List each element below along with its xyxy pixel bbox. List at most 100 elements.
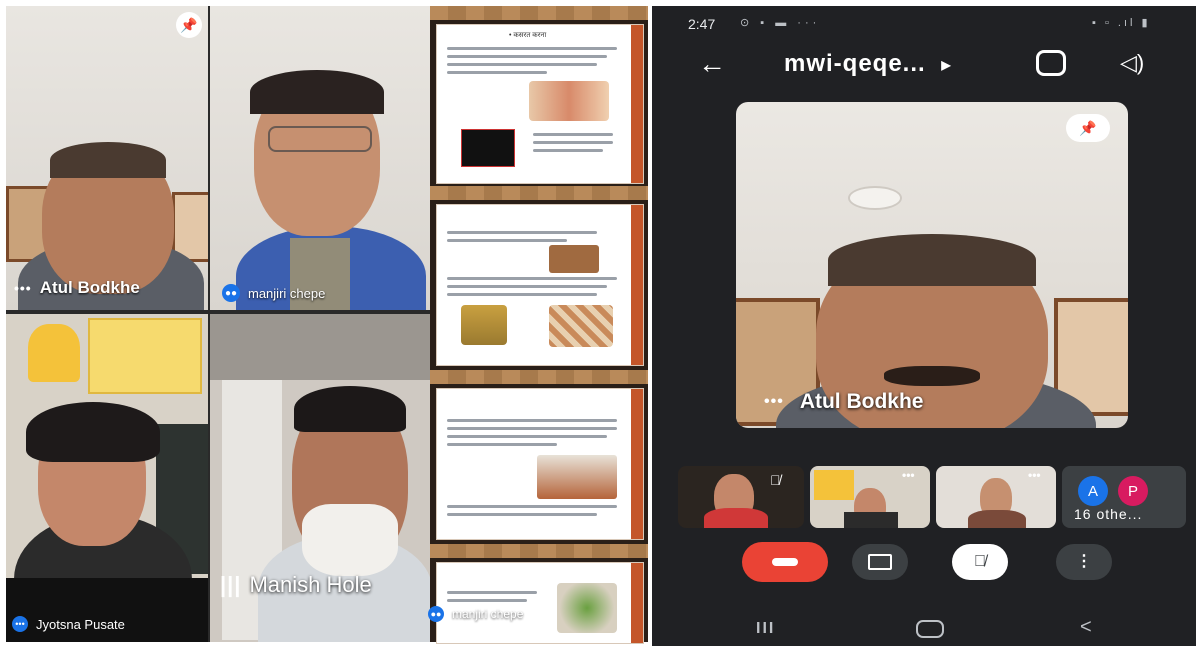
text-line	[447, 55, 607, 58]
children-eating-image	[537, 455, 617, 499]
participant-name: Atul Bodkhe	[799, 390, 924, 413]
audio-level-icon: |||	[220, 572, 242, 597]
camera-toggle-button[interactable]	[852, 544, 908, 580]
participant-tile-jyotsna[interactable]: ••• Jyotsna Pusate	[6, 314, 208, 642]
exercise-figures	[529, 81, 609, 121]
slide-thumbnail-3[interactable]	[436, 388, 644, 540]
speaker-icon[interactable]: ◁)	[1120, 50, 1144, 76]
status-bar: 2:47 ⊙ ▪ ▬ ··· ▪ ▫ .ıl ▮	[652, 6, 1196, 38]
video-camera-icon	[868, 554, 892, 570]
eyeglasses	[268, 126, 372, 152]
participant-tile-atul[interactable]: 📌 ••• Atul Bodkhe	[6, 6, 208, 310]
presenter-name-bar: ●● manjiri chepe	[428, 606, 523, 622]
phone-screen: 2:47 ⊙ ▪ ▬ ··· ▪ ▫ .ıl ▮ ← mwi-qeqe... ▶…	[652, 6, 1196, 646]
text-line	[447, 427, 617, 430]
audio-level-icon: ●●	[428, 606, 444, 622]
avatar-a: A	[1078, 476, 1108, 506]
text-line	[533, 149, 603, 152]
participant-hair	[50, 142, 166, 178]
slide-thumbnail-2[interactable]	[436, 204, 644, 366]
nav-home-button[interactable]	[916, 620, 944, 638]
more-options-icon[interactable]: •••	[12, 616, 28, 632]
text-line	[533, 141, 613, 144]
slide-accent	[631, 563, 643, 643]
text-line	[447, 443, 557, 446]
mic-off-icon: 🎙̸	[770, 472, 781, 488]
participant-tile-manish[interactable]: ||| Manish Hole	[210, 314, 430, 642]
notification-icons: ⊙ ▪ ▬ ···	[740, 17, 821, 29]
pin-icon[interactable]: 📌	[176, 12, 202, 38]
main-video-tile[interactable]: 📌 ••• Atul Bodkhe	[736, 102, 1128, 428]
food-spread-image	[549, 305, 613, 347]
hangup-icon	[772, 558, 798, 566]
text-line	[447, 293, 597, 296]
text-line	[447, 435, 607, 438]
avatar-p: P	[1118, 476, 1148, 506]
participant-name: Atul Bodkhe	[39, 278, 140, 297]
participant-name-bar: ||| Manish Hole	[220, 572, 372, 598]
participant-body	[704, 508, 768, 528]
presenter-name: manjiri chepe	[452, 607, 524, 621]
participant-name-bar: ••• Atul Bodkhe	[14, 278, 140, 298]
switch-camera-icon[interactable]	[1036, 50, 1066, 76]
participant-hair	[26, 402, 160, 462]
more-options-button[interactable]: ⋮	[1056, 544, 1112, 580]
signal-battery-icons: ▪ ▫ .ıl ▮	[1092, 17, 1151, 29]
slide-title: • कसरत करना	[509, 32, 547, 39]
food-image	[549, 245, 599, 273]
participant-body	[844, 512, 898, 528]
participant-hair	[828, 234, 1036, 286]
more-options-icon[interactable]: •••	[14, 280, 32, 296]
text-line	[447, 419, 617, 422]
wood-separator	[430, 6, 648, 20]
vertical-dots-icon: ⋮	[1076, 553, 1092, 570]
wood-separator	[430, 544, 648, 558]
participant-name-bar: ●● manjiri chepe	[222, 284, 325, 302]
participant-name: Manish Hole	[249, 572, 372, 597]
mic-off-icon: 🎙̸	[974, 553, 986, 570]
meeting-code[interactable]: mwi-qeqe... ▶	[784, 50, 952, 78]
more-options-icon[interactable]: •••	[902, 468, 915, 482]
chevron-right-icon: ▶	[941, 57, 952, 72]
audio-level-icon: ●●	[222, 284, 240, 302]
pin-icon[interactable]: 📌	[1066, 114, 1110, 142]
text-line	[447, 285, 607, 288]
back-arrow-icon[interactable]: ←	[698, 48, 726, 80]
avatar-letter: A	[1087, 482, 1098, 500]
participant-name: Jyotsna Pusate	[36, 616, 125, 632]
slide-accent	[631, 389, 643, 539]
nav-back-button[interactable]: <	[1080, 616, 1092, 639]
participant-name-bar: ••• Jyotsna Pusate	[12, 616, 125, 632]
wood-separator	[430, 186, 648, 200]
text-line	[447, 239, 567, 242]
participant-tile-manjiri[interactable]: ●● manjiri chepe	[210, 6, 430, 310]
wall-poster	[814, 470, 854, 500]
participant-thumbnail-1[interactable]: 🎙̸	[678, 466, 804, 528]
vegetables-image	[557, 583, 617, 633]
text-line	[447, 231, 597, 234]
name-strip	[6, 578, 208, 642]
others-count: 16 othe...	[1074, 506, 1143, 522]
slide-thumbnail-4[interactable]	[436, 562, 644, 644]
slide-thumbnail-1[interactable]: • कसरत करना	[436, 24, 644, 184]
wall-poster	[88, 318, 202, 394]
face-mask	[302, 504, 398, 576]
slide-accent	[631, 205, 643, 365]
ceiling-light	[848, 186, 902, 210]
mic-toggle-button[interactable]: 🎙̸	[952, 544, 1008, 580]
nav-recent-apps-button[interactable]: III	[756, 620, 775, 638]
meeting-code-text: mwi-qeqe...	[784, 50, 926, 77]
avatar-letter: P	[1127, 482, 1138, 500]
participant-thumbnail-2[interactable]: •••	[810, 466, 930, 528]
door-frame	[210, 314, 430, 380]
participant-hair	[294, 386, 406, 432]
text-line	[447, 591, 537, 594]
end-call-button[interactable]	[742, 542, 828, 582]
wall-poster	[28, 324, 80, 382]
more-options-icon[interactable]: •••	[1028, 468, 1041, 482]
more-options-icon[interactable]: •••	[764, 393, 784, 411]
others-thumbnail[interactable]: A P 16 othe...	[1062, 466, 1186, 528]
slide-accent	[631, 25, 643, 183]
participant-thumbnail-3[interactable]: •••	[936, 466, 1056, 528]
text-line	[447, 599, 527, 602]
